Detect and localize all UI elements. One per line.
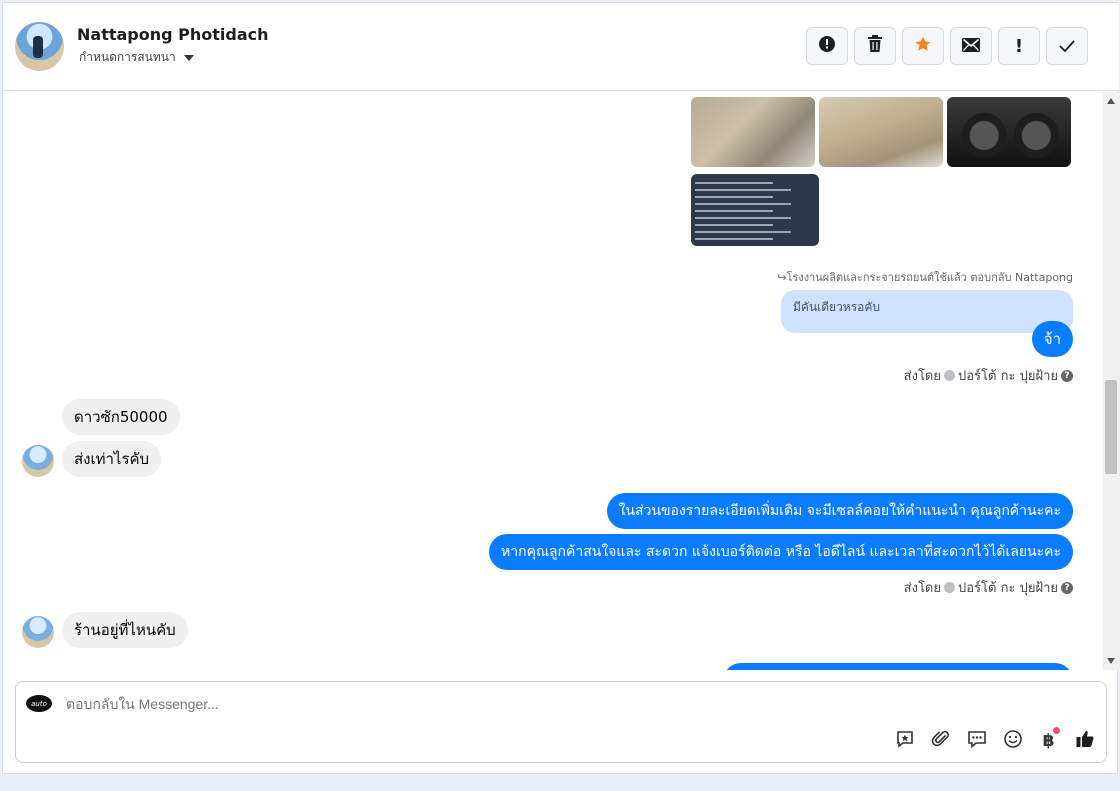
attach-file-button[interactable] bbox=[929, 729, 952, 752]
sent-by-line: ส่งโดย ปอร์โต้ กะ ปุยฝ้าย ? bbox=[904, 365, 1073, 386]
contact-avatar[interactable] bbox=[15, 22, 64, 71]
reply-arrow-icon: ↪ bbox=[777, 271, 787, 284]
quoted-message-text: มีคันเดียวหรอคับ bbox=[793, 300, 881, 314]
scrollbar-thumb[interactable] bbox=[1105, 380, 1117, 474]
conversation-scrollbar[interactable] bbox=[1103, 92, 1119, 670]
conversation-thread[interactable]: ↪โรงงานผลิตและกระจายรถยนต์ใช้แล้ว ตอบกลั… bbox=[3, 92, 1119, 670]
emoji-button[interactable] bbox=[1001, 729, 1024, 752]
delete-button[interactable] bbox=[854, 27, 896, 65]
like-button[interactable] bbox=[1073, 729, 1096, 752]
composer-tools: ฿ bbox=[893, 727, 1096, 752]
quoted-message[interactable]: มีคันเดียวหรอคับ bbox=[781, 290, 1073, 333]
help-icon[interactable]: ? bbox=[1061, 369, 1073, 382]
trash-icon bbox=[867, 35, 883, 57]
baht-icon: ฿ bbox=[1042, 730, 1055, 751]
contact-avatar-small bbox=[22, 616, 54, 648]
incoming-message[interactable]: ร้านอยู่ที่ไหนคับ bbox=[62, 612, 188, 648]
verified-icon bbox=[944, 582, 955, 593]
paperclip-icon bbox=[931, 729, 951, 753]
outgoing-message-partial[interactable] bbox=[723, 663, 1073, 670]
payment-button[interactable]: ฿ bbox=[1037, 727, 1060, 752]
sent-by-label: ส่งโดย bbox=[903, 581, 941, 596]
smiley-icon bbox=[1003, 729, 1023, 753]
reply-context: ↪โรงงานผลิตและกระจายรถยนต์ใช้แล้ว ตอบกลั… bbox=[777, 268, 1073, 286]
assign-conversation-dropdown[interactable]: กำหนดการสนทนา bbox=[79, 48, 194, 67]
outgoing-message[interactable]: ในส่วนของรายละเอียดเพิ่มเติม จะมีเซลล์คอ… bbox=[606, 493, 1073, 529]
car-dashboard-photo[interactable] bbox=[947, 97, 1071, 167]
star-button[interactable] bbox=[902, 27, 944, 65]
mark-spam-button[interactable] bbox=[806, 27, 848, 65]
reply-input[interactable] bbox=[66, 696, 766, 712]
outgoing-message[interactable]: จ้า bbox=[1031, 321, 1073, 357]
follow-up-button[interactable]: ! bbox=[998, 27, 1040, 65]
saved-reply-button[interactable] bbox=[893, 729, 916, 752]
chat-bubble-icon bbox=[967, 729, 987, 753]
page-logo-icon: auto bbox=[26, 695, 52, 712]
exclamation-icon: ! bbox=[1014, 35, 1024, 57]
check-icon bbox=[1059, 37, 1075, 56]
alert-circle-icon bbox=[818, 35, 836, 57]
contact-avatar-small bbox=[22, 445, 54, 477]
sender-name: ปอร์โต้ กะ ปุยฝ้าย bbox=[958, 369, 1058, 384]
notification-dot bbox=[1053, 727, 1060, 734]
contact-name[interactable]: Nattapong Photidach bbox=[77, 25, 269, 44]
sender-name: ปอร์โต้ กะ ปุยฝ้าย bbox=[958, 581, 1058, 596]
envelope-icon bbox=[962, 37, 980, 56]
verified-icon bbox=[944, 370, 955, 381]
mark-unread-button[interactable] bbox=[950, 27, 992, 65]
assign-label: กำหนดการสนทนา bbox=[79, 50, 176, 64]
car-spec-sheet-photo[interactable] bbox=[691, 174, 819, 246]
sent-by-line: ส่งโดย ปอร์โต้ กะ ปุยฝ้าย ? bbox=[904, 577, 1073, 598]
saved-reply-icon bbox=[895, 729, 915, 753]
car-rear-seat-photo[interactable] bbox=[819, 97, 943, 167]
incoming-message[interactable]: ดาวซัก50000 bbox=[62, 399, 180, 435]
message-composer: auto ตอบกลับใน Messenger... ฿ bbox=[15, 681, 1107, 763]
messenger-window: Nattapong Photidach กำหนดการสนทนา ! ↪โรง… bbox=[2, 2, 1119, 774]
scroll-down-arrow-icon[interactable] bbox=[1107, 658, 1115, 664]
outgoing-message[interactable]: หากคุณลูกค้าสนใจและ สะดวก แจ้งเบอร์ติดต่… bbox=[489, 534, 1073, 570]
incoming-message[interactable]: ส่งเท่าไรคับ bbox=[62, 441, 162, 477]
reply-context-text: โรงงานผลิตและกระจายรถยนต์ใช้แล้ว ตอบกลับ… bbox=[786, 271, 1074, 284]
car-interior-photo[interactable] bbox=[691, 97, 815, 167]
star-icon bbox=[914, 35, 932, 57]
conversation-header: Nattapong Photidach กำหนดการสนทนา ! bbox=[3, 3, 1119, 91]
scroll-up-arrow-icon[interactable] bbox=[1107, 98, 1115, 104]
mark-done-button[interactable] bbox=[1046, 27, 1088, 65]
sent-by-label: ส่งโดย bbox=[903, 369, 941, 384]
thumbs-up-icon bbox=[1075, 729, 1095, 753]
header-actions: ! bbox=[806, 27, 1088, 65]
message-templates-button[interactable] bbox=[965, 729, 988, 752]
caret-down-icon bbox=[183, 54, 194, 61]
help-icon[interactable]: ? bbox=[1061, 581, 1073, 594]
